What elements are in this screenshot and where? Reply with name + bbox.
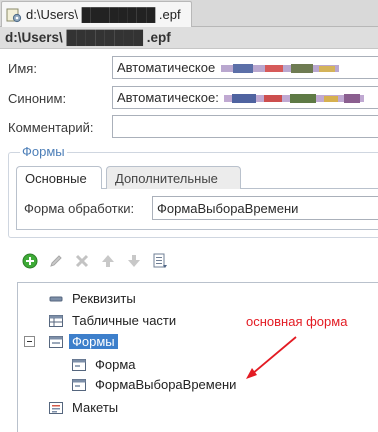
form-icon <box>72 379 86 391</box>
move-up-icon[interactable] <box>100 253 116 269</box>
forms-folder-icon <box>49 336 63 348</box>
tab-strip: d:\Users\ ████████ .epf <box>0 0 378 27</box>
processing-form-label: Форма обработки: <box>24 201 135 216</box>
synonym-value: Автоматическое: <box>117 90 219 105</box>
tree-item-label: ФормаВыбораВремени <box>95 377 237 392</box>
comment-label: Комментарий: <box>8 120 94 135</box>
processing-form-field[interactable]: ФормаВыбораВремени <box>152 196 378 220</box>
add-icon[interactable] <box>22 253 38 269</box>
tree-item-label: Форма <box>95 357 136 372</box>
tree-item-label: Формы <box>69 334 118 349</box>
delete-icon[interactable] <box>74 253 90 269</box>
edit-icon[interactable] <box>48 253 64 269</box>
tab-additional-label: Дополнительные <box>115 171 218 186</box>
name-field[interactable]: Автоматическое <box>112 56 378 79</box>
form-icon <box>72 359 86 371</box>
attribute-icon <box>49 296 63 302</box>
name-label: Имя: <box>8 61 37 76</box>
tab-additional[interactable]: Дополнительные <box>106 166 241 189</box>
tree-item-label: Табличные части <box>72 313 177 328</box>
annotation-text: основная форма <box>246 314 348 329</box>
collapse-toggle[interactable] <box>24 336 35 347</box>
window-title: d:\Users\ ████████ .epf <box>5 30 171 45</box>
redacted-mark <box>224 94 365 103</box>
processing-form-value: ФормаВыбораВремени <box>157 201 299 216</box>
tab-title: d:\Users\ ████████ .epf <box>26 7 181 22</box>
forms-group-title: Формы <box>20 144 67 159</box>
tab-basic-label: Основные <box>25 171 87 186</box>
tab-basic[interactable]: Основные <box>16 166 102 189</box>
tree-item-label: Макеты <box>72 400 119 415</box>
comment-field[interactable] <box>112 115 378 138</box>
name-value: Автоматическое <box>117 60 216 75</box>
window-title-bar: d:\Users\ ████████ .epf <box>0 27 378 49</box>
synonym-label: Синоним: <box>8 91 67 106</box>
processing-gear-icon <box>6 8 22 23</box>
synonym-field[interactable]: Автоматическое: <box>112 86 378 109</box>
move-down-icon[interactable] <box>126 253 142 269</box>
table-icon <box>49 315 63 327</box>
template-icon <box>49 402 63 414</box>
redacted-mark <box>220 64 339 73</box>
list-icon[interactable] <box>152 253 168 269</box>
document-tab[interactable]: d:\Users\ ████████ .epf <box>1 1 192 27</box>
tree-item-label: Реквизиты <box>72 291 136 306</box>
